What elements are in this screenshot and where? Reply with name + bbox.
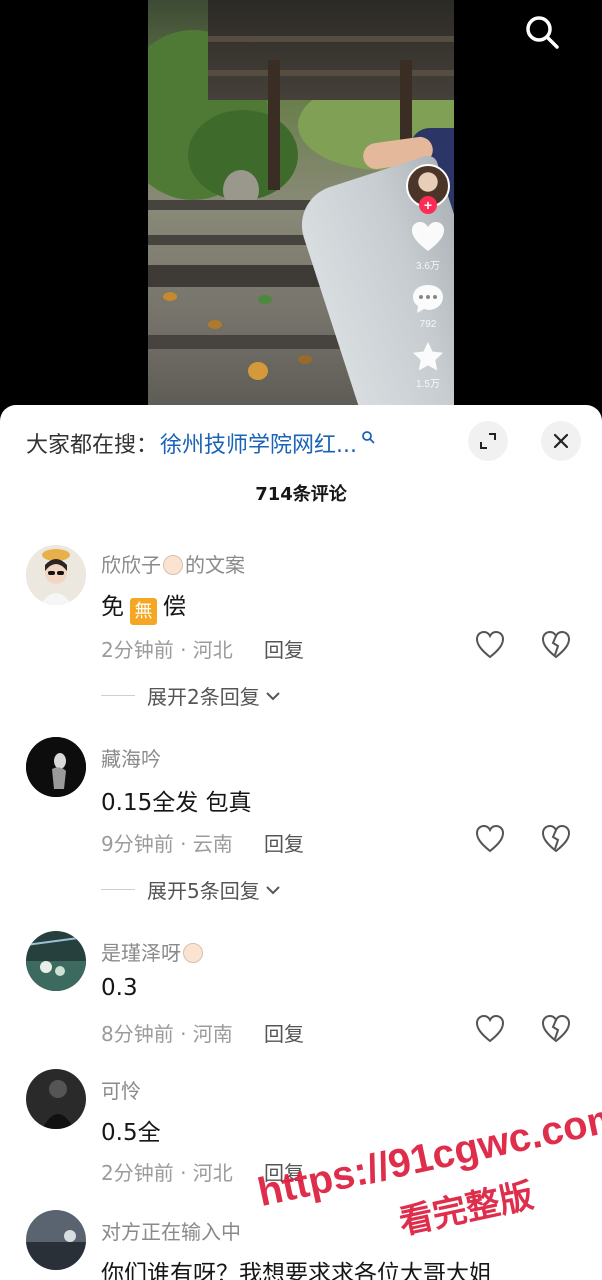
divider bbox=[101, 889, 135, 890]
avatar[interactable] bbox=[26, 737, 86, 797]
comment-time-location: 2分钟前 · 河北 bbox=[101, 638, 233, 662]
expand-replies-button[interactable]: 展开5条回复 bbox=[101, 875, 282, 904]
reply-button[interactable]: 回复 bbox=[264, 1018, 304, 1047]
avatar[interactable] bbox=[26, 1210, 86, 1270]
reply-button[interactable]: 回复 bbox=[264, 634, 304, 663]
chevron-down-icon bbox=[266, 691, 280, 700]
search-icon bbox=[526, 16, 559, 49]
comment-author[interactable]: 藏海吟 bbox=[101, 743, 161, 772]
video-favorite-button[interactable]: 1.5万 bbox=[402, 340, 454, 390]
video-comment-count: 792 bbox=[419, 319, 437, 330]
comment-time-location: 8分钟前 · 河南 bbox=[101, 1022, 233, 1046]
avatar-image bbox=[26, 931, 86, 991]
face-emoji-icon bbox=[163, 555, 183, 575]
video-like-button[interactable]: 3.6万 bbox=[402, 220, 454, 272]
video-like-count: 3.6万 bbox=[416, 261, 440, 272]
comment-author[interactable]: 是瑾泽呀 bbox=[101, 937, 205, 966]
avatar-image bbox=[26, 1210, 86, 1270]
comment-author[interactable]: 欣欣子 的文案 bbox=[101, 549, 245, 578]
comment-author[interactable]: 可怜 bbox=[101, 1075, 141, 1104]
video-search-button[interactable] bbox=[520, 10, 564, 54]
search-small-icon bbox=[362, 431, 375, 444]
reply-button[interactable]: 回复 bbox=[264, 828, 304, 857]
comment-bubble-icon bbox=[413, 285, 443, 313]
comment-text: 0.5全 bbox=[101, 1120, 161, 1146]
avatar[interactable] bbox=[26, 545, 86, 605]
dislike-broken-heart-icon[interactable] bbox=[540, 1013, 572, 1045]
divider bbox=[101, 695, 135, 696]
trending-search-term[interactable]: 徐州技师学院网红... bbox=[160, 427, 357, 459]
avatar-image bbox=[26, 545, 86, 605]
like-heart-icon[interactable] bbox=[474, 629, 506, 661]
like-heart-icon[interactable] bbox=[474, 1013, 506, 1045]
video-favorite-count: 1.5万 bbox=[416, 379, 440, 390]
video-player[interactable]: + 3.6万 792 1.5万 bbox=[0, 0, 602, 410]
heart-icon bbox=[412, 222, 444, 251]
comment-author[interactable]: 对方正在输入中 bbox=[101, 1216, 241, 1245]
avatar-image bbox=[26, 1069, 86, 1129]
avatar-image bbox=[26, 737, 86, 797]
comment-time-location: 2分钟前 · 河北 bbox=[101, 1161, 233, 1185]
close-icon bbox=[553, 433, 569, 449]
star-icon bbox=[413, 342, 443, 371]
reply-button[interactable]: 回复 bbox=[264, 1157, 304, 1186]
comment-text: 0.3 bbox=[101, 975, 138, 1001]
chevron-down-icon bbox=[266, 885, 280, 894]
wu-sticker-icon: 無 bbox=[130, 598, 157, 625]
comment-sheet: 大家都在搜： 徐州技师学院网红... 714条评论 欣欣子 的文案 免 無 偿 … bbox=[0, 405, 602, 1280]
avatar[interactable] bbox=[26, 931, 86, 991]
video-comment-button[interactable]: 792 bbox=[402, 282, 454, 330]
expand-sheet-button[interactable] bbox=[468, 421, 508, 461]
dislike-broken-heart-icon[interactable] bbox=[540, 629, 572, 661]
trending-search-prefix: 大家都在搜： bbox=[26, 433, 159, 458]
comment-text: 你们谁有呀？我想要求求各位大哥大姐 bbox=[101, 1261, 492, 1280]
comment-time-location: 9分钟前 · 云南 bbox=[101, 832, 233, 856]
comment-text: 免無偿 bbox=[101, 587, 186, 625]
expand-icon bbox=[480, 433, 496, 449]
comment-total-count: 714条评论 bbox=[255, 484, 347, 505]
expand-replies-button[interactable]: 展开2条回复 bbox=[101, 681, 282, 710]
like-heart-icon[interactable] bbox=[474, 823, 506, 855]
dislike-broken-heart-icon[interactable] bbox=[540, 823, 572, 855]
follow-plus-icon[interactable]: + bbox=[419, 196, 437, 214]
comment-text: 0.15全发 包真 bbox=[101, 790, 252, 816]
baby-emoji-icon bbox=[183, 943, 203, 963]
trending-search-bar[interactable]: 大家都在搜： 徐州技师学院网红... bbox=[26, 423, 375, 463]
avatar[interactable] bbox=[26, 1069, 86, 1129]
close-sheet-button[interactable] bbox=[541, 421, 581, 461]
